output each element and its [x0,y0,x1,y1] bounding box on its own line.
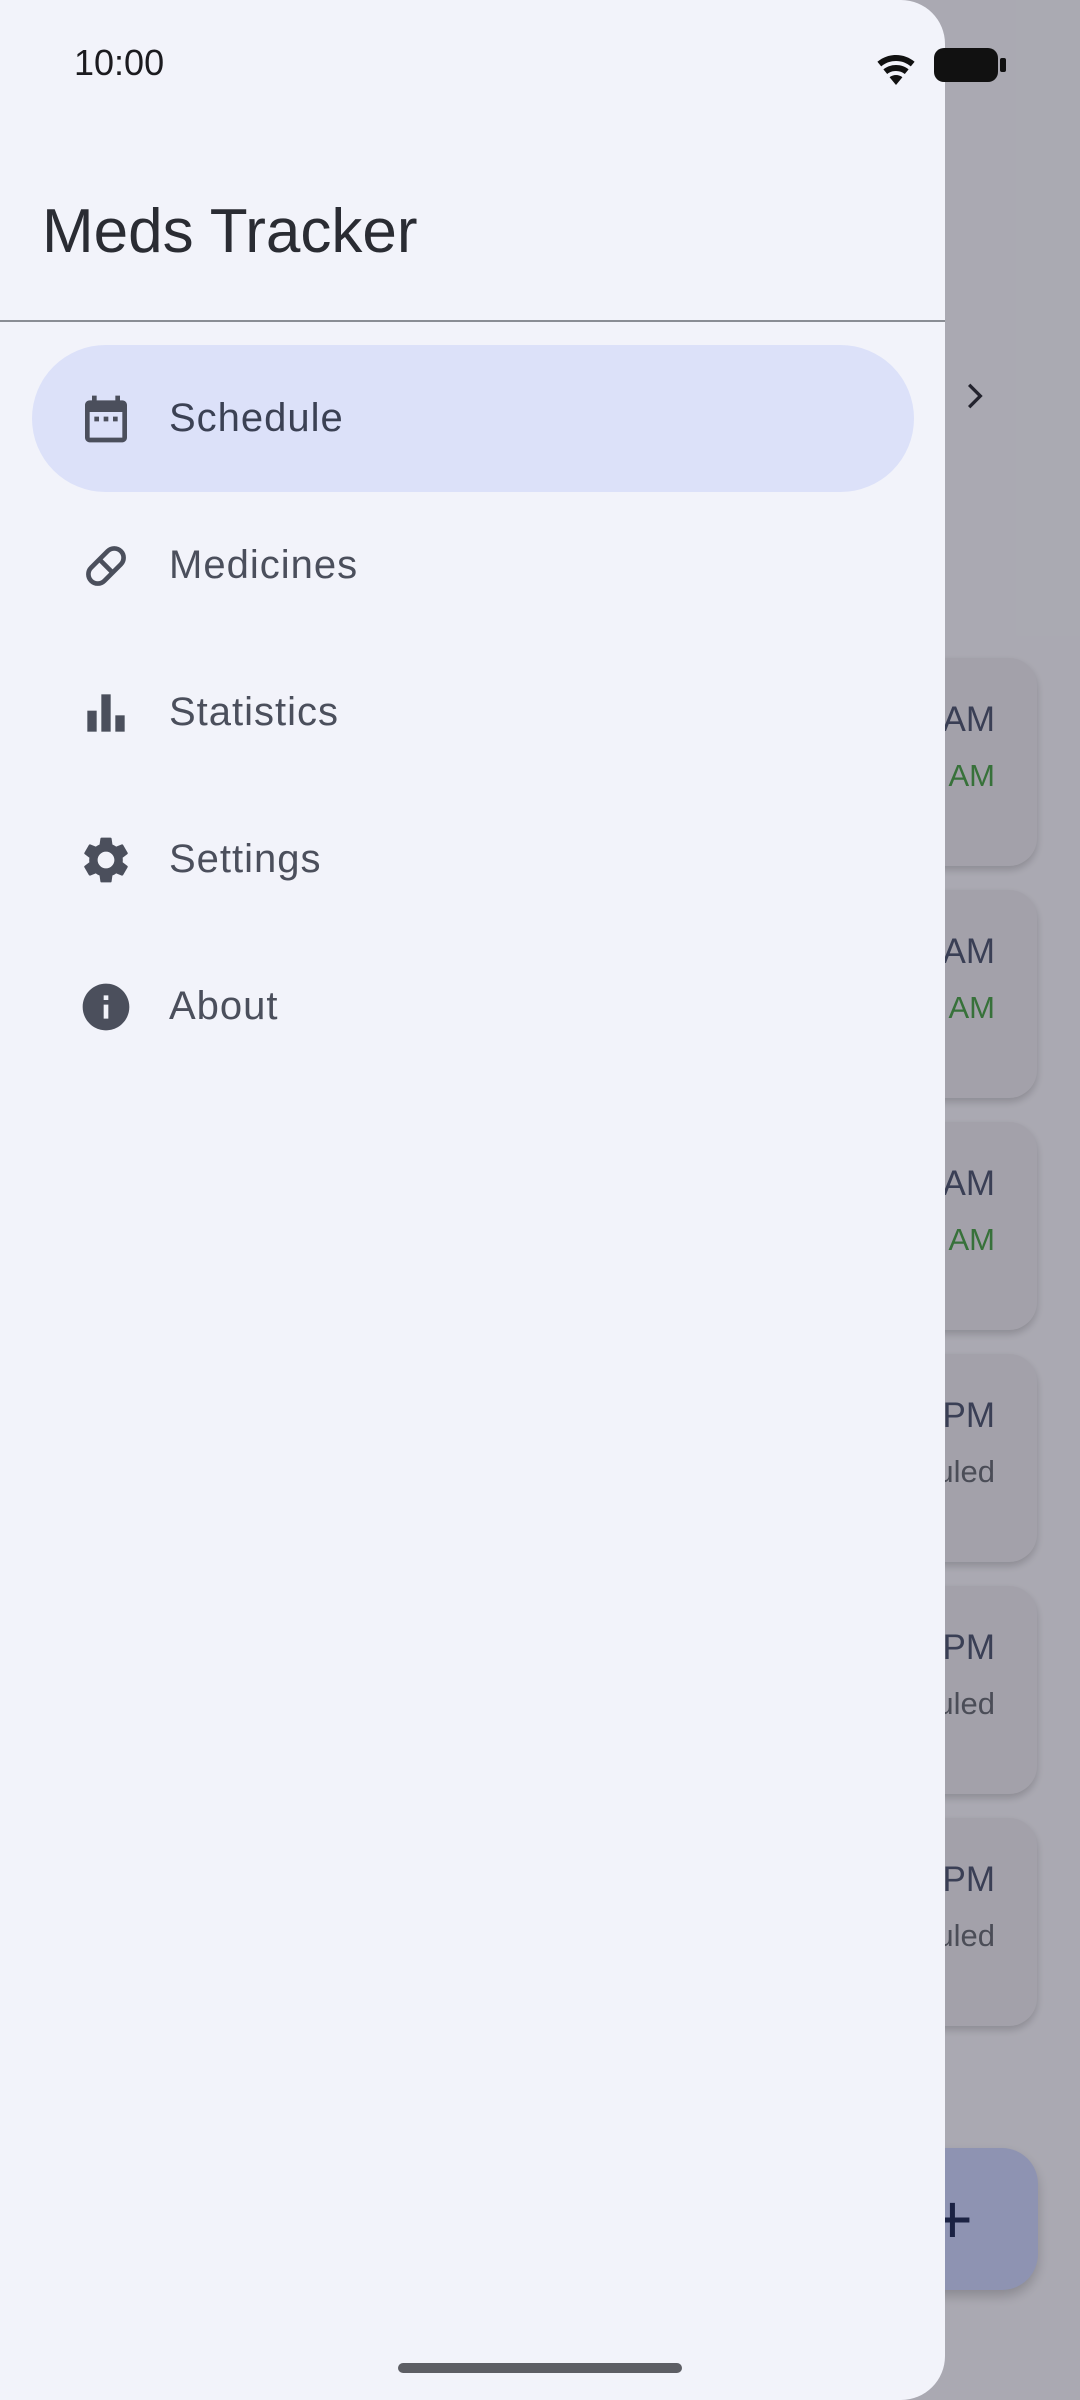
nav-item-settings[interactable]: Settings [32,786,914,933]
nav-label: About [169,984,279,1028]
calendar-icon [78,391,134,447]
gear-icon [78,832,134,888]
pill-icon [78,538,134,594]
nav-item-medicines[interactable]: Medicines [32,492,914,639]
drawer-title: Meds Tracker [42,197,418,266]
nav-label: Statistics [169,690,340,734]
nav-label: Schedule [169,396,344,440]
wifi-icon [877,55,915,85]
nav-item-about[interactable]: About [32,933,914,1080]
info-icon [78,979,134,1035]
battery-icon [934,48,1006,82]
nav-item-statistics[interactable]: Statistics [32,639,914,786]
home-indicator[interactable] [398,2363,682,2373]
nav-label: Medicines [169,543,359,587]
divider [0,320,945,322]
navigation-drawer: Meds Tracker Schedule Medicines Statisti… [0,0,945,2400]
nav-item-schedule[interactable]: Schedule [32,345,914,492]
status-time: 10:00 [74,42,165,83]
bar-chart-icon [78,685,134,741]
screen: AM AM AM AM AM AM PM uled PM uled PM ule… [0,0,1080,2400]
nav-label: Settings [169,837,322,881]
status-bar: 10:00 [0,0,1080,130]
